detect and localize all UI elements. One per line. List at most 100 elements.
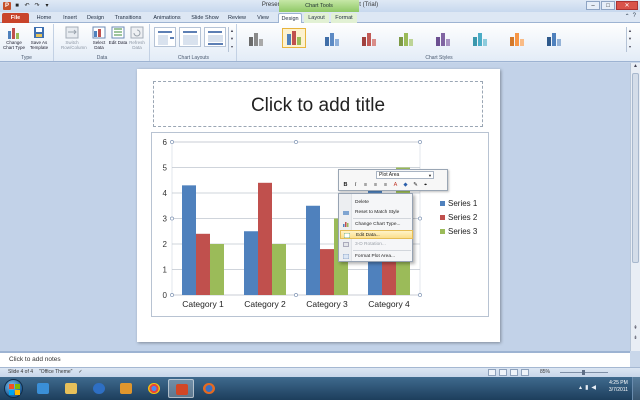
- media-player-icon: [93, 383, 105, 394]
- maximize-button[interactable]: □: [601, 1, 615, 10]
- menu-item-delete[interactable]: Delete: [340, 198, 413, 207]
- clock-date: 3/7/2011: [608, 387, 628, 393]
- bold-icon[interactable]: B: [342, 181, 349, 189]
- chart-object[interactable]: 0 1 2 3 4 5 6 Category 1 Category 2 Category 3 Cat…: [151, 132, 489, 317]
- outline-color-icon[interactable]: ✎: [412, 181, 419, 189]
- chart-element-selector[interactable]: Plot Area ▼: [376, 171, 434, 179]
- format-painter-icon[interactable]: ⌖: [422, 181, 429, 189]
- delete-icon: [343, 200, 349, 205]
- selection-handle: [170, 216, 174, 221]
- chart-style-6[interactable]: [431, 28, 455, 48]
- x-tick-label: Category 2: [244, 299, 286, 309]
- edit-data-label: Edit Data: [108, 40, 128, 45]
- chart-style-8[interactable]: [505, 28, 529, 48]
- chart-layout-1[interactable]: [154, 27, 176, 47]
- slide-canvas[interactable]: Click to add title 0 1 2 3 4 5 6 Category 1 Cate…: [137, 69, 500, 342]
- chart-style-7[interactable]: [468, 28, 492, 48]
- ribbon-group-type: Change Chart Type Save As Template Type: [0, 24, 54, 61]
- chart-layouts-gallery-scroll[interactable]: ▲ ▼ ▾: [228, 27, 235, 52]
- clock[interactable]: 4:25 PM 3/7/2011: [609, 380, 628, 394]
- tab-chart-design[interactable]: Design: [278, 13, 302, 23]
- taskbar-firefox[interactable]: [196, 379, 222, 398]
- title-placeholder[interactable]: Click to add title: [153, 81, 483, 127]
- menu-item-3d-rotation[interactable]: 3-D Rotation...: [340, 240, 413, 249]
- taskbar-explorer[interactable]: [58, 379, 84, 398]
- chart-style-3[interactable]: [320, 28, 344, 48]
- switch-row-column-button[interactable]: Switch Row/Column: [61, 26, 87, 50]
- next-slide-icon[interactable]: ⇟: [631, 335, 640, 343]
- align-left-icon[interactable]: ≡: [362, 181, 369, 189]
- minimize-ribbon-icon[interactable]: ⌃: [625, 13, 630, 20]
- start-button[interactable]: [4, 379, 23, 398]
- menu-item-change-chart-type[interactable]: Change Chart Type...: [340, 220, 413, 229]
- taskbar-chrome[interactable]: [141, 379, 167, 398]
- tab-view[interactable]: View: [252, 13, 274, 23]
- volume-icon[interactable]: ◀: [591, 384, 596, 391]
- chart-styles-gallery-scroll[interactable]: ▲ ▼ ▾: [626, 27, 633, 52]
- zoom-slider-knob[interactable]: [582, 370, 585, 375]
- chart-style-2[interactable]: [282, 28, 306, 48]
- taskbar-media-player[interactable]: [86, 379, 112, 398]
- outlook-icon: [120, 383, 132, 394]
- network-icon[interactable]: ▮: [585, 384, 588, 391]
- tab-file[interactable]: File: [2, 13, 29, 23]
- reading-view-icon[interactable]: [510, 369, 518, 376]
- tray-arrow-icon[interactable]: ▴: [579, 384, 582, 391]
- menu-item-edit-data[interactable]: Edit Data...: [340, 230, 413, 239]
- menu-item-reset-to-match-style[interactable]: Reset to Match Style: [340, 208, 413, 217]
- chart-layout-3[interactable]: [204, 27, 226, 47]
- change-chart-type-button[interactable]: Change Chart Type: [3, 26, 25, 50]
- y-tick-label: 1: [163, 266, 168, 275]
- bar-chart[interactable]: 0 1 2 3 4 5 6 Category 1 Category 2 Category 3 Cat…: [152, 133, 490, 318]
- help-icon[interactable]: ?: [633, 13, 636, 20]
- zoom-level[interactable]: 85%: [540, 368, 550, 377]
- legend-swatch: [440, 215, 445, 220]
- tab-chart-format[interactable]: Format: [331, 13, 357, 23]
- selection-handle: [418, 140, 422, 144]
- fill-color-icon[interactable]: ◆: [402, 181, 409, 189]
- refresh-data-button[interactable]: Refresh Data: [126, 26, 148, 50]
- menu-item-format-plot-area[interactable]: Format Plot Area...: [340, 252, 413, 261]
- show-desktop-button[interactable]: [632, 377, 640, 400]
- align-right-icon[interactable]: ≡: [382, 181, 389, 189]
- tab-insert[interactable]: Insert: [58, 13, 82, 23]
- taskbar-powerpoint[interactable]: [168, 379, 194, 398]
- chart-style-1[interactable]: [244, 28, 268, 48]
- group-label-data: Data: [96, 55, 108, 61]
- italic-icon[interactable]: I: [352, 181, 359, 189]
- bar-series-2: [196, 233, 210, 295]
- chevron-down-icon[interactable]: ▼: [428, 172, 432, 179]
- slide-show-icon[interactable]: [521, 369, 529, 376]
- notes-pane[interactable]: Click to add notes: [0, 351, 630, 367]
- tab-review[interactable]: Review: [224, 13, 250, 23]
- tab-home[interactable]: Home: [31, 13, 57, 23]
- chart-style-5[interactable]: [394, 28, 418, 48]
- chart-style-9[interactable]: [542, 28, 566, 48]
- font-color-icon[interactable]: A: [392, 181, 399, 189]
- taskbar-outlook[interactable]: [113, 379, 139, 398]
- chart-layout-2[interactable]: [179, 27, 201, 47]
- tab-slide-show[interactable]: Slide Show: [188, 13, 222, 23]
- scrollbar-thumb[interactable]: [632, 73, 639, 263]
- scroll-up-icon[interactable]: ▲: [631, 63, 640, 71]
- powerpoint-icon: [176, 384, 188, 395]
- vertical-scrollbar[interactable]: ▲ ⇞ ⇟: [630, 63, 640, 351]
- taskbar-ie[interactable]: [30, 379, 56, 398]
- close-button[interactable]: ✕: [616, 1, 638, 10]
- spell-check-icon[interactable]: ✓: [78, 368, 82, 377]
- x-tick-label: Category 3: [306, 299, 348, 309]
- save-as-template-button[interactable]: Save As Template: [28, 26, 50, 50]
- normal-view-icon[interactable]: [488, 369, 496, 376]
- previous-slide-icon[interactable]: ⇞: [631, 325, 640, 333]
- tab-chart-layout[interactable]: Layout: [304, 13, 329, 23]
- tab-animations[interactable]: Animations: [148, 13, 186, 23]
- align-center-icon[interactable]: ≡: [372, 181, 379, 189]
- x-tick-label: Category 4: [368, 299, 410, 309]
- selection-handle: [170, 140, 174, 144]
- chart-style-4[interactable]: [357, 28, 381, 48]
- selection-handle: [418, 216, 422, 221]
- minimize-button[interactable]: –: [586, 1, 600, 10]
- slide-sorter-icon[interactable]: [499, 369, 507, 376]
- tab-transitions[interactable]: Transitions: [110, 13, 146, 23]
- tab-design[interactable]: Design: [83, 13, 108, 23]
